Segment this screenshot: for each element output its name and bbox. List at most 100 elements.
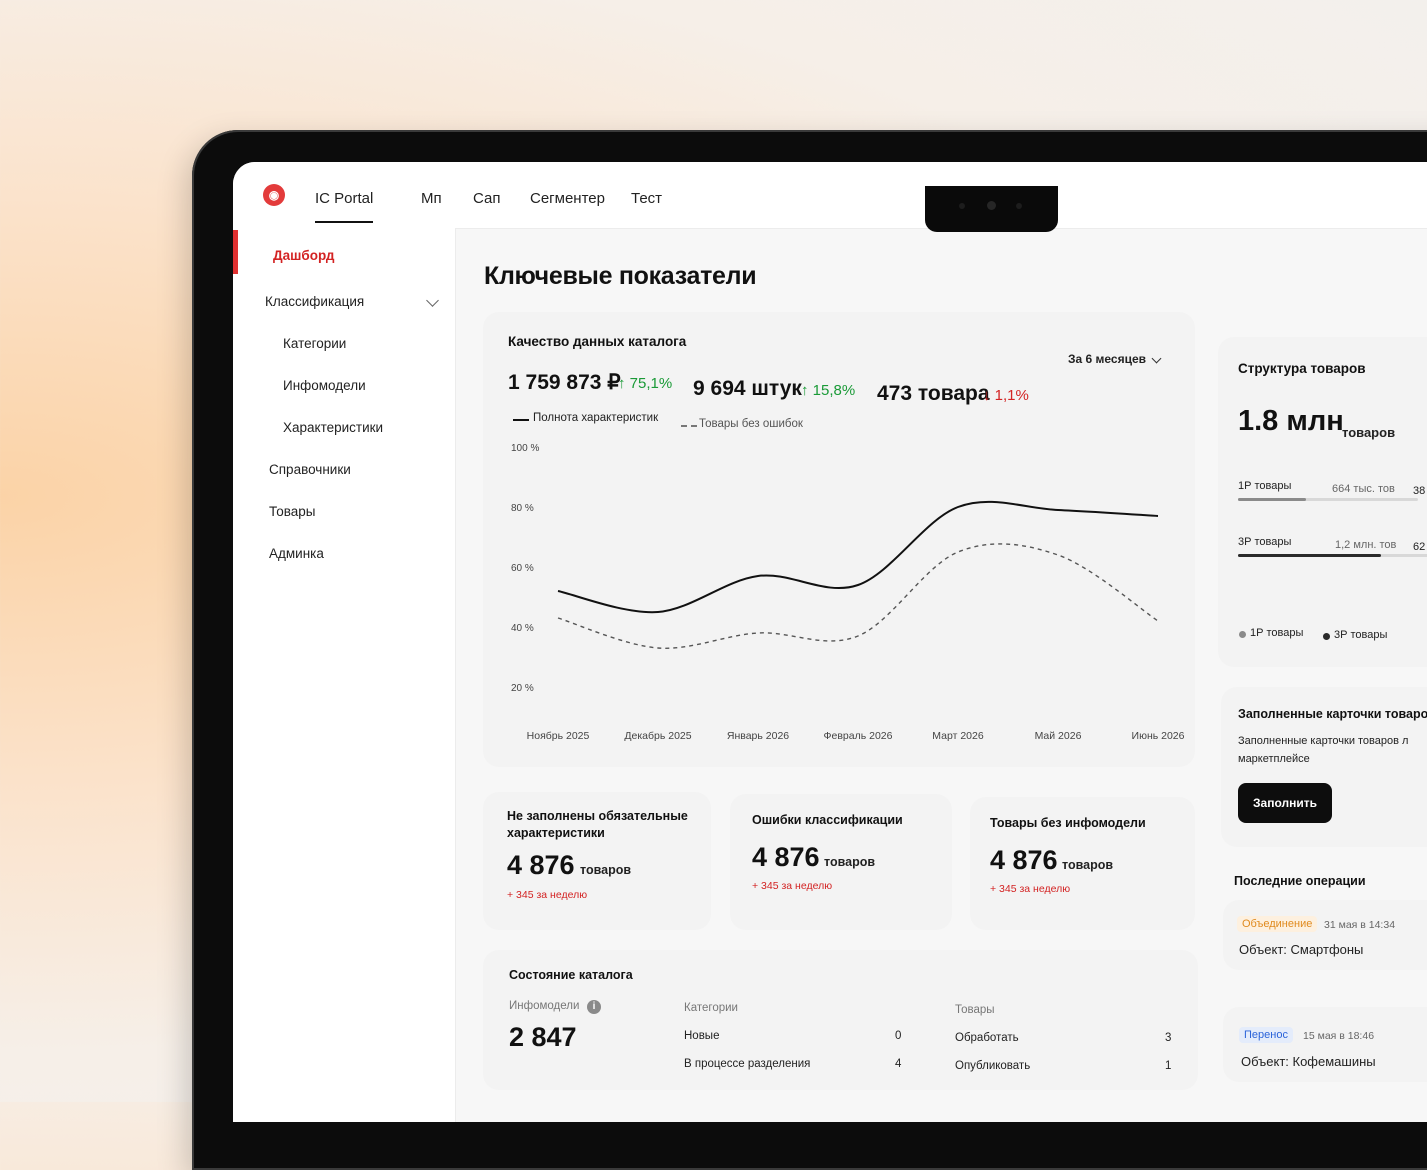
categories-label: Категории — [684, 1002, 738, 1014]
kpi-value: 4 876 — [752, 842, 820, 872]
goods-label: Товары — [955, 1004, 995, 1016]
series-line-no-errors — [557, 543, 1159, 649]
filled-text-line1: Заполненные карточки товаров л — [1238, 735, 1409, 747]
sidebar-item-characteristics[interactable]: Характеристики — [283, 420, 383, 435]
structure-row-label: 3Р товары — [1238, 536, 1292, 548]
kpi-title: Не заполнены обязательные характеристики — [507, 809, 688, 840]
goods-row-label: Опубликовать — [955, 1060, 1031, 1072]
structure-row-amount: 1,2 млн. тов — [1335, 539, 1397, 551]
legend-dashed-swatch — [681, 425, 697, 427]
sidebar-item-categories[interactable]: Категории — [283, 336, 346, 351]
period-select[interactable]: За 6 месяцев — [1068, 352, 1146, 366]
x-tick-label: Ноябрь 2025 — [527, 730, 590, 742]
legend-dot-3p — [1323, 633, 1330, 640]
x-tick-label: Январь 2026 — [727, 730, 789, 742]
y-tick-label: 60 % — [511, 563, 534, 574]
filled-cards-card: Заполненные карточки товаро Заполненные … — [1221, 687, 1427, 847]
app-logo-icon[interactable]: ◉ — [263, 184, 285, 206]
metric-goods: 473 товара — [877, 382, 990, 405]
structure-row-percent: 62 — [1413, 541, 1426, 553]
y-tick-label: 100 % — [511, 443, 539, 454]
sidebar-item-references[interactable]: Справочники — [269, 462, 351, 477]
kpi-delta: + 345 за неделю — [507, 889, 588, 901]
kpi-value: 4 876 — [507, 850, 575, 880]
metric-revenue: 1 759 873 ₽ — [508, 371, 621, 394]
category-row-value: 0 — [895, 1030, 902, 1042]
tab-ic-portal[interactable]: IC Portal — [315, 190, 374, 223]
operation-item[interactable]: Объединение 31 мая в 14:34 Объект: Смарт… — [1223, 900, 1427, 970]
operation-item[interactable]: Перенос 15 мая в 18:46 Объект: Кофемашин… — [1223, 1007, 1427, 1082]
kpi-value: 4 876 — [990, 845, 1058, 875]
tab-sap[interactable]: Сап — [473, 190, 500, 207]
kpi-card-missing-chars: Не заполнены обязательные характеристики… — [483, 792, 711, 930]
y-tick-label: 80 % — [511, 503, 534, 514]
app-screen: ◉ IC Portal Мп Сап Сегментер Тест Дашбор… — [233, 162, 1427, 1122]
active-indicator — [233, 230, 238, 274]
structure-row-percent: 38 — [1413, 485, 1426, 497]
sidebar-item-goods[interactable]: Товары — [269, 504, 315, 519]
kpi-unit: товаров — [824, 855, 876, 869]
sidebar-item-classification[interactable]: Классификация — [265, 294, 364, 309]
catalog-state-title: Состояние каталога — [509, 968, 633, 982]
structure-row-amount: 664 тыс. тов — [1332, 483, 1395, 495]
category-row-label: Новые — [684, 1030, 720, 1042]
sidebar: Дашборд Классификация Категории Инфомоде… — [233, 228, 456, 1122]
kpi-delta: + 345 за неделю — [752, 880, 833, 892]
metric-revenue-delta: ↑ 75,1% — [618, 375, 673, 392]
operation-date: 31 мая в 14:34 — [1324, 919, 1396, 931]
structure-bar-fill — [1238, 498, 1307, 501]
operation-object: Объект: Смартфоны — [1239, 942, 1364, 957]
kpi-card-no-infomodel: Товары без инфомодели 4 876 товаров + 34… — [970, 797, 1195, 930]
category-row-label: В процессе разделения — [684, 1058, 811, 1070]
metric-goods-delta: ↓ 1,1% — [983, 387, 1029, 404]
metric-units: 9 694 штук — [693, 377, 802, 400]
metric-units-delta: ↑ 15,8% — [801, 382, 856, 399]
top-nav: ◉ IC Portal Мп Сап Сегментер Тест — [233, 162, 1427, 229]
filled-text-line2: маркетплейсе — [1238, 753, 1310, 765]
operation-object: Объект: Кофемашины — [1241, 1054, 1376, 1069]
goods-row-label: Обработать — [955, 1032, 1019, 1044]
infomodels-label: Инфомодели — [509, 1000, 580, 1012]
structure-legend-1p: 1Р товары — [1250, 627, 1304, 639]
tab-segmenter[interactable]: Сегментер — [530, 190, 605, 207]
tab-mp[interactable]: Мп — [421, 190, 442, 207]
sidebar-item-dashboard[interactable]: Дашборд — [273, 248, 334, 263]
structure-bar-1p — [1238, 498, 1418, 501]
structure-bar-3p — [1238, 554, 1427, 557]
x-tick-label: Декабрь 2025 — [624, 730, 691, 742]
legend-no-errors: Товары без ошибок — [699, 418, 803, 430]
quality-line-chart: 100 % 80 % 60 % 40 % 20 % Ноябрь 2025 Декабрь … — [511, 443, 1185, 742]
kpi-unit: товаров — [1062, 858, 1114, 872]
kpi-title: Товары без инфомодели — [990, 816, 1146, 830]
x-tick-label: Март 2026 — [932, 730, 984, 742]
tab-test[interactable]: Тест — [631, 190, 662, 207]
goods-row-value: 1 — [1165, 1060, 1172, 1072]
structure-legend-3p: 3Р товары — [1334, 629, 1388, 641]
category-row-value: 4 — [895, 1058, 902, 1070]
legend-completeness: Полнота характеристик — [533, 412, 659, 424]
catalog-state-card: Состояние каталога Инфомодели i 2 847 Ка… — [483, 950, 1198, 1090]
kpi-card-classification-errors: Ошибки классификации 4 876 товаров + 345… — [730, 794, 952, 930]
x-tick-label: Июнь 2026 — [1132, 730, 1185, 742]
operation-badge: Перенос — [1239, 1027, 1293, 1043]
camera-notch — [925, 186, 1058, 232]
quality-card: Качество данных каталога За 6 месяцев 1 … — [483, 312, 1195, 767]
structure-unit: товаров — [1342, 425, 1396, 440]
sidebar-item-admin[interactable]: Админка — [269, 546, 324, 561]
info-icon[interactable]: i — [587, 1000, 601, 1014]
fill-button[interactable]: Заполнить — [1238, 783, 1332, 823]
structure-bar-fill — [1238, 554, 1381, 557]
y-tick-label: 20 % — [511, 683, 534, 694]
quality-title: Качество данных каталога — [508, 334, 687, 349]
sidebar-item-infomodels[interactable]: Инфомодели — [283, 378, 366, 393]
series-line-completeness — [557, 500, 1159, 614]
x-tick-label: Февраль 2026 — [824, 730, 893, 742]
filled-title: Заполненные карточки товаро — [1238, 707, 1427, 721]
legend-dot-1p — [1239, 631, 1246, 638]
structure-total: 1.8 млн — [1238, 405, 1344, 437]
structure-row-label: 1Р товары — [1238, 480, 1292, 492]
operations-title: Последние операции — [1234, 874, 1366, 888]
chevron-down-icon[interactable] — [1151, 353, 1162, 364]
chevron-down-icon[interactable] — [426, 294, 439, 307]
kpi-title: Ошибки классификации — [752, 813, 903, 827]
